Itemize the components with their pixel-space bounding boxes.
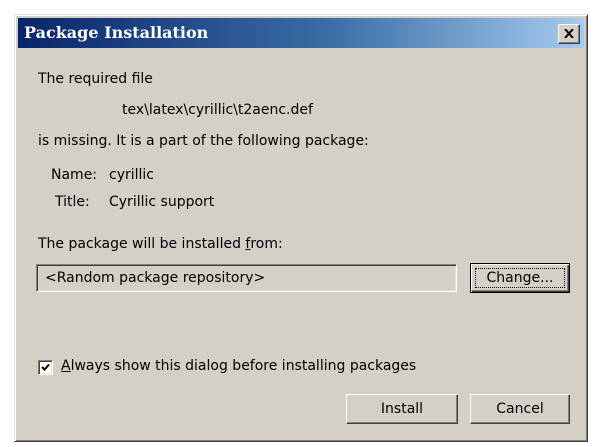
intro-text: The required file — [38, 71, 153, 87]
change-button[interactable]: Change... — [470, 263, 570, 293]
package-name-value: cyrillic — [109, 167, 154, 183]
install-from-label: The package will be installed from: — [38, 236, 283, 252]
close-icon — [564, 27, 574, 42]
always-show-checkbox[interactable] — [38, 360, 53, 375]
package-title-value: Cyrillic support — [109, 194, 215, 210]
package-title-label: Title: — [55, 194, 90, 210]
install-button[interactable]: Install — [346, 394, 458, 424]
install-button-label: Install — [380, 401, 424, 417]
missing-file-path: tex\latex\cyrillic\t2aenc.def — [122, 102, 313, 118]
cancel-button-label: Cancel — [496, 401, 544, 417]
change-button-label: Change... — [486, 270, 554, 286]
repository-field[interactable]: <Random package repository> — [36, 264, 457, 292]
dialog-title: Package Installation — [24, 23, 209, 42]
package-name-label: Name: — [51, 167, 98, 183]
cancel-button[interactable]: Cancel — [470, 394, 570, 424]
missing-package-text: is missing. It is a part of the followin… — [38, 133, 369, 149]
always-show-label[interactable]: Always show this dialog before installin… — [61, 358, 416, 374]
title-bar: Package Installation — [18, 18, 584, 48]
close-button[interactable] — [558, 24, 580, 44]
package-installation-dialog: Package Installation The required file t… — [14, 14, 588, 442]
